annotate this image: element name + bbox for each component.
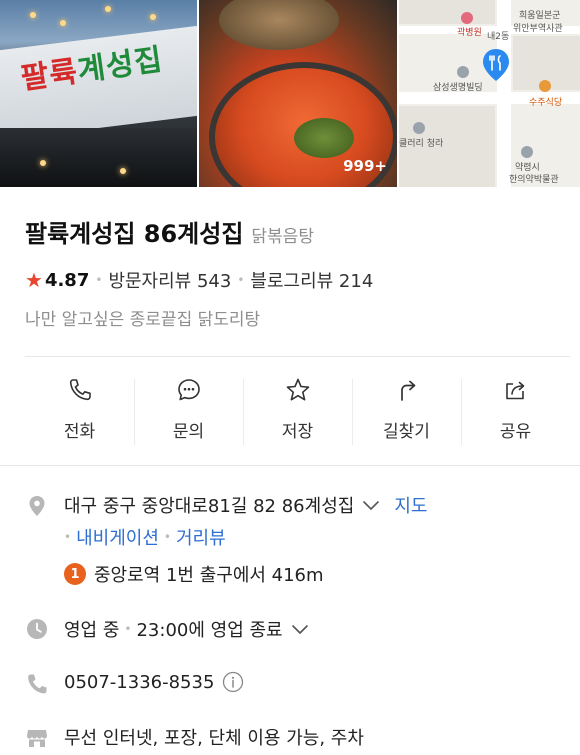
- call-button[interactable]: 전화: [25, 357, 134, 465]
- separator-dot: •: [237, 273, 245, 287]
- save-label: 저장: [281, 422, 314, 442]
- subway-line-badge: 1: [64, 563, 86, 585]
- storefront-photo[interactable]: 팔륙계성집: [0, 0, 197, 187]
- inquiry-button[interactable]: 문의: [134, 357, 243, 465]
- ceiling-light: [30, 12, 36, 18]
- phone-icon: [28, 674, 47, 694]
- location-pin-icon: [29, 496, 45, 516]
- directions-icon: [400, 380, 415, 401]
- map-label: 희움일본군: [519, 11, 561, 21]
- hospital-marker: [461, 12, 473, 24]
- info-icon[interactable]: [222, 671, 244, 693]
- save-button[interactable]: 저장: [243, 357, 352, 465]
- store-icon: [27, 730, 47, 747]
- star-icon: [286, 378, 309, 401]
- separator-dot: •: [124, 622, 132, 636]
- inquiry-label: 문의: [172, 422, 205, 442]
- photo-strip[interactable]: 팔륙계성집 999+ 희움일본군 위안부역사관 곽병원 내2동 삼성생명빌딩 수…: [0, 0, 580, 187]
- business-hours-row[interactable]: 영업 중 • 23:00에 영업 종료: [64, 616, 309, 642]
- shop-light: [120, 168, 126, 174]
- address-row[interactable]: 대구 중구 중앙대로81길 82 86계성집 지도: [64, 492, 427, 518]
- map-thumbnail[interactable]: 희움일본군 위안부역사관 곽병원 내2동 삼성생명빌딩 수주식당 클러리 청라 …: [399, 0, 580, 187]
- phone-icon: [69, 379, 91, 401]
- station-distance: 중앙로역 1번 출구에서 416m: [94, 565, 324, 586]
- street-view-link[interactable]: 거리뷰: [176, 524, 226, 550]
- building-marker: [457, 66, 469, 78]
- separator-dot: •: [64, 530, 72, 544]
- shop-light: [40, 160, 46, 166]
- museum-marker: [521, 146, 533, 158]
- gallery-marker: [413, 122, 425, 134]
- rating-value: 4.87: [44, 269, 90, 291]
- map-link[interactable]: 지도: [394, 492, 427, 518]
- address-text: 대구 중구 중앙대로81길 82 86계성집: [64, 496, 355, 517]
- share-button[interactable]: 공유: [461, 357, 570, 465]
- chevron-down-icon[interactable]: [362, 498, 380, 512]
- map-label: 한의약박물관: [509, 175, 559, 185]
- ceiling-light: [150, 14, 156, 20]
- side-dish-pan: [219, 0, 339, 50]
- share-icon: [505, 381, 524, 400]
- separator-dot: •: [95, 273, 103, 287]
- separator-dot: •: [163, 530, 171, 544]
- subway-station-info: 1 중앙로역 1번 출구에서 416m: [64, 561, 324, 587]
- photo-count: 999+: [343, 157, 387, 175]
- call-label: 전화: [63, 422, 96, 442]
- place-category: 닭볶음탕: [251, 227, 314, 247]
- action-bar: 전화 문의 저장 길찾기 공유: [25, 357, 570, 465]
- phone-number[interactable]: 0507-1336-8535: [64, 672, 214, 693]
- visitor-reviews-link[interactable]: 방문자리뷰 543: [108, 267, 231, 293]
- chevron-down-icon[interactable]: [291, 622, 309, 636]
- phone-row[interactable]: 0507-1336-8535: [64, 671, 244, 693]
- vegetable-garnish: [294, 118, 354, 158]
- map-label: 내2동: [487, 32, 510, 42]
- star-icon: ★: [25, 268, 43, 292]
- place-header: 팔륙계성집 86계성집 닭볶음탕: [25, 214, 314, 249]
- divider: [0, 465, 580, 466]
- map-pin-icon: [483, 49, 509, 81]
- directions-button[interactable]: 길찾기: [352, 357, 461, 465]
- place-description: 나만 알고싶은 종로끝집 닭도리탕: [25, 310, 261, 330]
- map-label: 클러리 청라: [399, 139, 444, 149]
- clock-icon: [27, 619, 47, 639]
- directions-label: 길찾기: [383, 422, 430, 442]
- map-label: 곽병원: [457, 28, 482, 38]
- amenities-text: 무선 인터넷, 포장, 단체 이용 가능, 주차: [64, 728, 364, 749]
- map-label: 삼성생명빌딩: [433, 83, 483, 93]
- map-label: 수주식당: [529, 98, 563, 108]
- blog-reviews-link[interactable]: 블로그리뷰 214: [250, 267, 373, 293]
- open-status: 영업 중: [64, 620, 120, 641]
- map-block: [399, 0, 495, 24]
- rating-row: ★ 4.87 • 방문자리뷰 543 • 블로그리뷰 214: [25, 267, 373, 293]
- share-label: 공유: [499, 422, 532, 442]
- ceiling-light: [105, 6, 111, 12]
- closing-time: 23:00에 영업 종료: [136, 620, 283, 641]
- ceiling-light: [60, 20, 66, 26]
- chat-icon: [177, 379, 200, 401]
- food-photo[interactable]: 999+: [199, 0, 397, 187]
- storefront-entrance: [0, 128, 197, 187]
- navigation-link[interactable]: 내비게이션: [76, 524, 159, 550]
- navigation-links: • 내비게이션 • 거리뷰: [64, 524, 226, 550]
- restaurant-marker: [539, 80, 551, 92]
- place-name: 팔륙계성집 86계성집: [25, 220, 244, 248]
- map-label: 위안부역사관: [513, 24, 563, 34]
